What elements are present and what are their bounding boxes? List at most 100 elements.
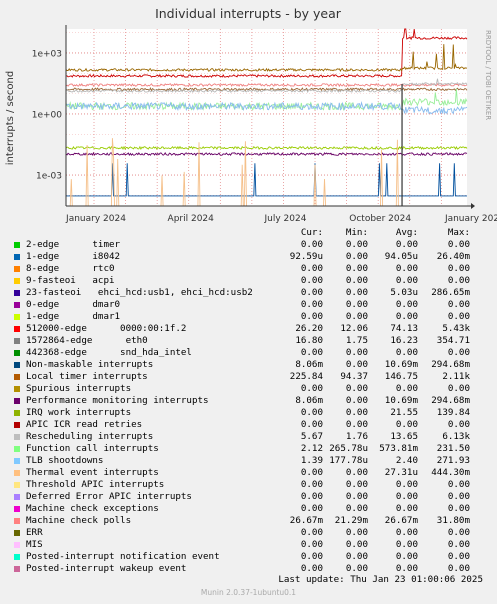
last-update: Last update: Thu Jan 23 01:00:06 2025 bbox=[278, 574, 483, 585]
legend-avg-value: 146.75 bbox=[384, 371, 418, 382]
legend-avg-value: 0.00 bbox=[395, 347, 418, 358]
legend-swatch bbox=[14, 374, 20, 380]
legend-max-value: 0.00 bbox=[447, 347, 470, 358]
legend-swatch bbox=[14, 566, 20, 572]
legend-swatch bbox=[14, 266, 20, 272]
legend-swatch bbox=[14, 398, 20, 404]
x-tick-label: July 2024 bbox=[263, 214, 306, 224]
legend-swatch bbox=[14, 518, 20, 524]
legend-row: Performance monitoring interrupts 8.06m 0.… bbox=[0, 395, 497, 407]
legend-avg-value: 74.13 bbox=[390, 323, 418, 334]
legend-swatch bbox=[14, 422, 20, 428]
legend-swatch bbox=[14, 290, 20, 296]
y-axis-label: interrupts / second bbox=[5, 71, 16, 165]
legend-label: IRQ work interrupts bbox=[26, 407, 132, 418]
legend-row: Machine check polls 26.67m 21.29m 26.67m 31.… bbox=[0, 515, 497, 527]
legend-max-value: 354.71 bbox=[436, 335, 470, 346]
y-tick-label: 1e+03 bbox=[32, 49, 62, 59]
legend-row: 9-fasteoi acpi 0.00 0.00 0.00 0.00 bbox=[0, 275, 497, 287]
legend-row: Local timer interrupts 225.84 94.37 146.75 2… bbox=[0, 371, 497, 383]
legend-label: Machine check exceptions bbox=[26, 503, 159, 514]
legend-row: 0-edge dmar0 0.00 0.00 0.00 0.00 bbox=[0, 299, 497, 311]
legend-swatch bbox=[14, 530, 20, 536]
legend-max-value: 0.00 bbox=[447, 479, 470, 490]
legend-max-value: 5.43k bbox=[442, 323, 470, 334]
legend-avg-value: 5.03u bbox=[390, 287, 418, 298]
legend-max-value: 0.00 bbox=[447, 551, 470, 562]
legend-swatch bbox=[14, 350, 20, 356]
legend-max-value: 294.68m bbox=[431, 359, 470, 370]
legend-label: TLB shootdowns bbox=[26, 455, 104, 466]
x-axis-arrow bbox=[471, 203, 475, 209]
legend-avg-value: 0.00 bbox=[395, 263, 418, 274]
legend-max-value: 0.00 bbox=[447, 299, 470, 310]
legend-swatch bbox=[14, 482, 20, 488]
legend-avg-value: 0.00 bbox=[395, 311, 418, 322]
legend-label: MIS bbox=[26, 539, 43, 550]
legend-swatch bbox=[14, 242, 20, 248]
legend-max-value: 0.00 bbox=[447, 503, 470, 514]
legend-row: 23-fasteoi ehci_hcd:usb1, ehci_hcd:usb2 0… bbox=[0, 287, 497, 299]
legend-max-value: 0.00 bbox=[447, 311, 470, 322]
legend-max-value: 0.00 bbox=[447, 275, 470, 286]
chart-title: Individual interrupts - by year bbox=[155, 6, 342, 21]
legend-row: 2-edge timer 0.00 0.00 0.00 0.00 bbox=[0, 239, 497, 251]
header-avg: Avg: bbox=[395, 227, 418, 238]
legend-swatch bbox=[14, 302, 20, 308]
legend-label: ERR bbox=[26, 527, 43, 538]
legend-avg-value: 27.31u bbox=[384, 467, 418, 478]
legend-label: Function call interrupts bbox=[26, 443, 159, 454]
legend-label: 2-edge timer bbox=[26, 239, 121, 250]
legend-swatch bbox=[14, 314, 20, 320]
legend-max-value: 0.00 bbox=[447, 527, 470, 538]
legend-max-value: 271.93 bbox=[436, 455, 470, 466]
legend-row: IRQ work interrupts 0.00 0.00 21.55 139.84 bbox=[0, 407, 497, 419]
y-tick-label: 1e+00 bbox=[32, 110, 63, 120]
legend-max-value: 444.30m bbox=[431, 467, 470, 478]
header-max: Max: bbox=[447, 227, 470, 238]
chart: Individual interrupts - by year interrup… bbox=[5, 6, 497, 224]
legend-swatch bbox=[14, 506, 20, 512]
legend-avg-value: 10.69m bbox=[384, 359, 418, 370]
legend-avg-value: 0.00 bbox=[395, 299, 418, 310]
plot-area bbox=[66, 29, 467, 206]
x-tick-label: January 2024 bbox=[65, 214, 126, 224]
legend-label: 8-edge rtc0 bbox=[26, 263, 115, 274]
legend-label: Spurious interrupts bbox=[26, 383, 132, 394]
legend-row: APIC ICR read retries 0.00 0.00 0.00 0.00 bbox=[0, 419, 497, 431]
legend-max-value: 0.00 bbox=[447, 383, 470, 394]
legend-avg-value: 0.00 bbox=[395, 551, 418, 562]
legend-swatch bbox=[14, 554, 20, 560]
legend-label: Thermal event interrupts bbox=[26, 467, 159, 478]
legend-row: Non-maskable interrupts 8.06m 0.00 10.69m 29… bbox=[0, 359, 497, 371]
legend-avg-value: 21.55 bbox=[390, 407, 418, 418]
x-tick-label: October 2024 bbox=[349, 214, 411, 224]
legend-swatch bbox=[14, 434, 20, 440]
legend-row: MIS 0.00 0.00 0.00 0.00 bbox=[0, 539, 497, 551]
legend-avg-value: 0.00 bbox=[395, 503, 418, 514]
legend-swatch bbox=[14, 326, 20, 332]
legend-row: Rescheduling interrupts 5.67 1.76 13.65 6.13… bbox=[0, 431, 497, 443]
legend-label: 1572864-edge eth0 bbox=[26, 335, 148, 346]
legend-swatch bbox=[14, 386, 20, 392]
rrdtool-credit: RRDTOOL / TOBI OETIKER bbox=[484, 30, 492, 120]
legend-row: TLB shootdowns 1.39 177.78u 2.40 271.93 bbox=[0, 455, 497, 467]
legend-swatch bbox=[14, 410, 20, 416]
legend-swatch bbox=[14, 254, 20, 260]
legend-max-value: 2.11k bbox=[442, 371, 470, 382]
legend-label: 0-edge dmar0 bbox=[26, 299, 121, 310]
legend-label: Rescheduling interrupts bbox=[26, 431, 154, 442]
legend-max-value: 31.80m bbox=[436, 515, 470, 526]
munin-version: Munin 2.0.37-1ubuntu0.1 bbox=[200, 588, 297, 597]
legend-row: 8-edge rtc0 0.00 0.00 0.00 0.00 bbox=[0, 263, 497, 275]
legend-row: Thermal event interrupts 0.00 0.00 27.31u 44… bbox=[0, 467, 497, 479]
legend-row: 1572864-edge eth0 16.80 1.75 16.23 354.71 bbox=[0, 335, 497, 347]
legend-max-value: 0.00 bbox=[447, 263, 470, 274]
legend-avg-value: 0.00 bbox=[395, 539, 418, 550]
legend-row: Deferred Error APIC interrupts 0.00 0.00 0.… bbox=[0, 491, 497, 503]
legend-avg-value: 0.00 bbox=[395, 419, 418, 430]
legend-max-value: 6.13k bbox=[442, 431, 470, 442]
legend-row: Function call interrupts 2.12 265.78u 573.8… bbox=[0, 443, 497, 455]
legend-swatch bbox=[14, 362, 20, 368]
legend-swatch bbox=[14, 494, 20, 500]
